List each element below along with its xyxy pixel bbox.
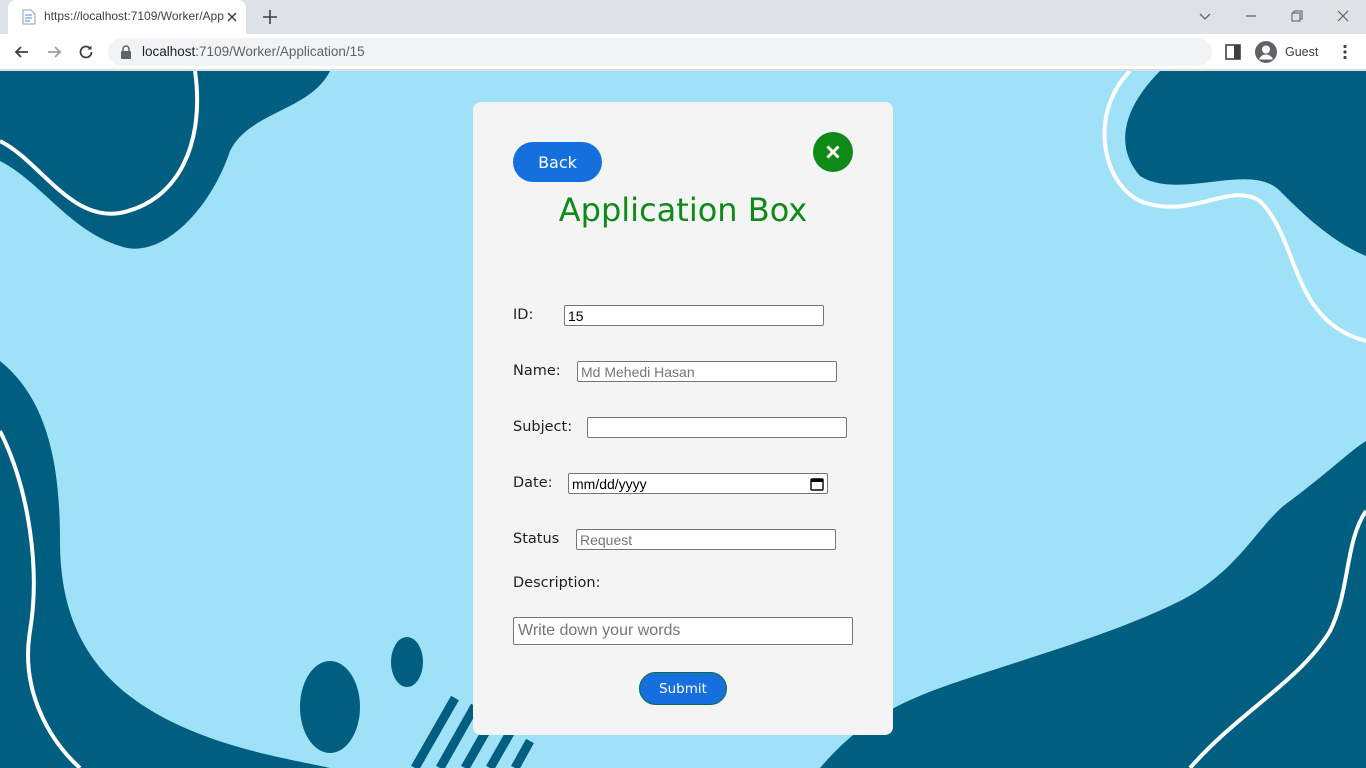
- restore-icon[interactable]: [1287, 6, 1307, 26]
- close-button[interactable]: [813, 132, 853, 172]
- subject-field[interactable]: [587, 417, 847, 438]
- side-panel-icon[interactable]: [1224, 43, 1242, 61]
- url-path: :7109/Worker/Application/15: [195, 44, 365, 59]
- profile-name: Guest: [1285, 45, 1319, 59]
- id-field[interactable]: 15: [564, 305, 824, 326]
- page-favicon-icon: [22, 9, 36, 25]
- reload-icon[interactable]: [76, 42, 96, 62]
- address-bar[interactable]: localhost:7109/Worker/Application/15: [108, 38, 1212, 66]
- url-host: localhost: [142, 44, 196, 59]
- tab-close-icon[interactable]: [224, 9, 240, 25]
- name-label: Name:: [513, 363, 561, 379]
- tab-title: https://localhost:7109/Worker/Applicatio…: [44, 9, 224, 23]
- tab-search-icon[interactable]: [1195, 6, 1215, 26]
- status-label: Status: [513, 531, 560, 547]
- guest-avatar-icon: [1255, 41, 1277, 63]
- id-label: ID:: [513, 307, 534, 323]
- date-field-text: mm/dd/yyyy: [572, 475, 647, 492]
- window-close-icon[interactable]: [1333, 6, 1353, 26]
- tab-strip: https://localhost:7109/Worker/Applicatio…: [0, 0, 1366, 34]
- page-title: Application Box: [558, 191, 808, 229]
- application-card: Back Application Box ID: 15 Name: Md Meh…: [473, 102, 893, 735]
- submit-button[interactable]: Submit: [639, 672, 727, 705]
- back-arrow-icon[interactable]: [12, 42, 32, 62]
- browser-tab[interactable]: https://localhost:7109/Worker/Applicatio…: [8, 0, 246, 34]
- close-x-icon: [826, 145, 840, 159]
- date-label: Date:: [513, 475, 553, 491]
- menu-dots-icon[interactable]: [1336, 43, 1354, 61]
- profile-button[interactable]: Guest: [1250, 37, 1326, 67]
- new-tab-icon[interactable]: [260, 7, 280, 27]
- browser-toolbar: localhost:7109/Worker/Application/15 Gue…: [0, 34, 1366, 70]
- lock-icon[interactable]: [120, 45, 132, 59]
- date-field[interactable]: mm/dd/yyyy: [568, 473, 828, 494]
- minimize-icon[interactable]: [1241, 6, 1261, 26]
- back-button[interactable]: Back: [513, 142, 602, 182]
- description-label: Description:: [513, 575, 601, 591]
- name-field[interactable]: Md Mehedi Hasan: [577, 361, 837, 382]
- page-viewport: Back Application Box ID: 15 Name: Md Meh…: [0, 71, 1366, 768]
- description-field[interactable]: Write down your words: [513, 617, 853, 645]
- url-text: localhost:7109/Worker/Application/15: [142, 44, 365, 59]
- subject-label: Subject:: [513, 419, 573, 435]
- calendar-icon[interactable]: [810, 477, 824, 491]
- status-field[interactable]: Request: [576, 529, 836, 550]
- forward-arrow-icon[interactable]: [44, 42, 64, 62]
